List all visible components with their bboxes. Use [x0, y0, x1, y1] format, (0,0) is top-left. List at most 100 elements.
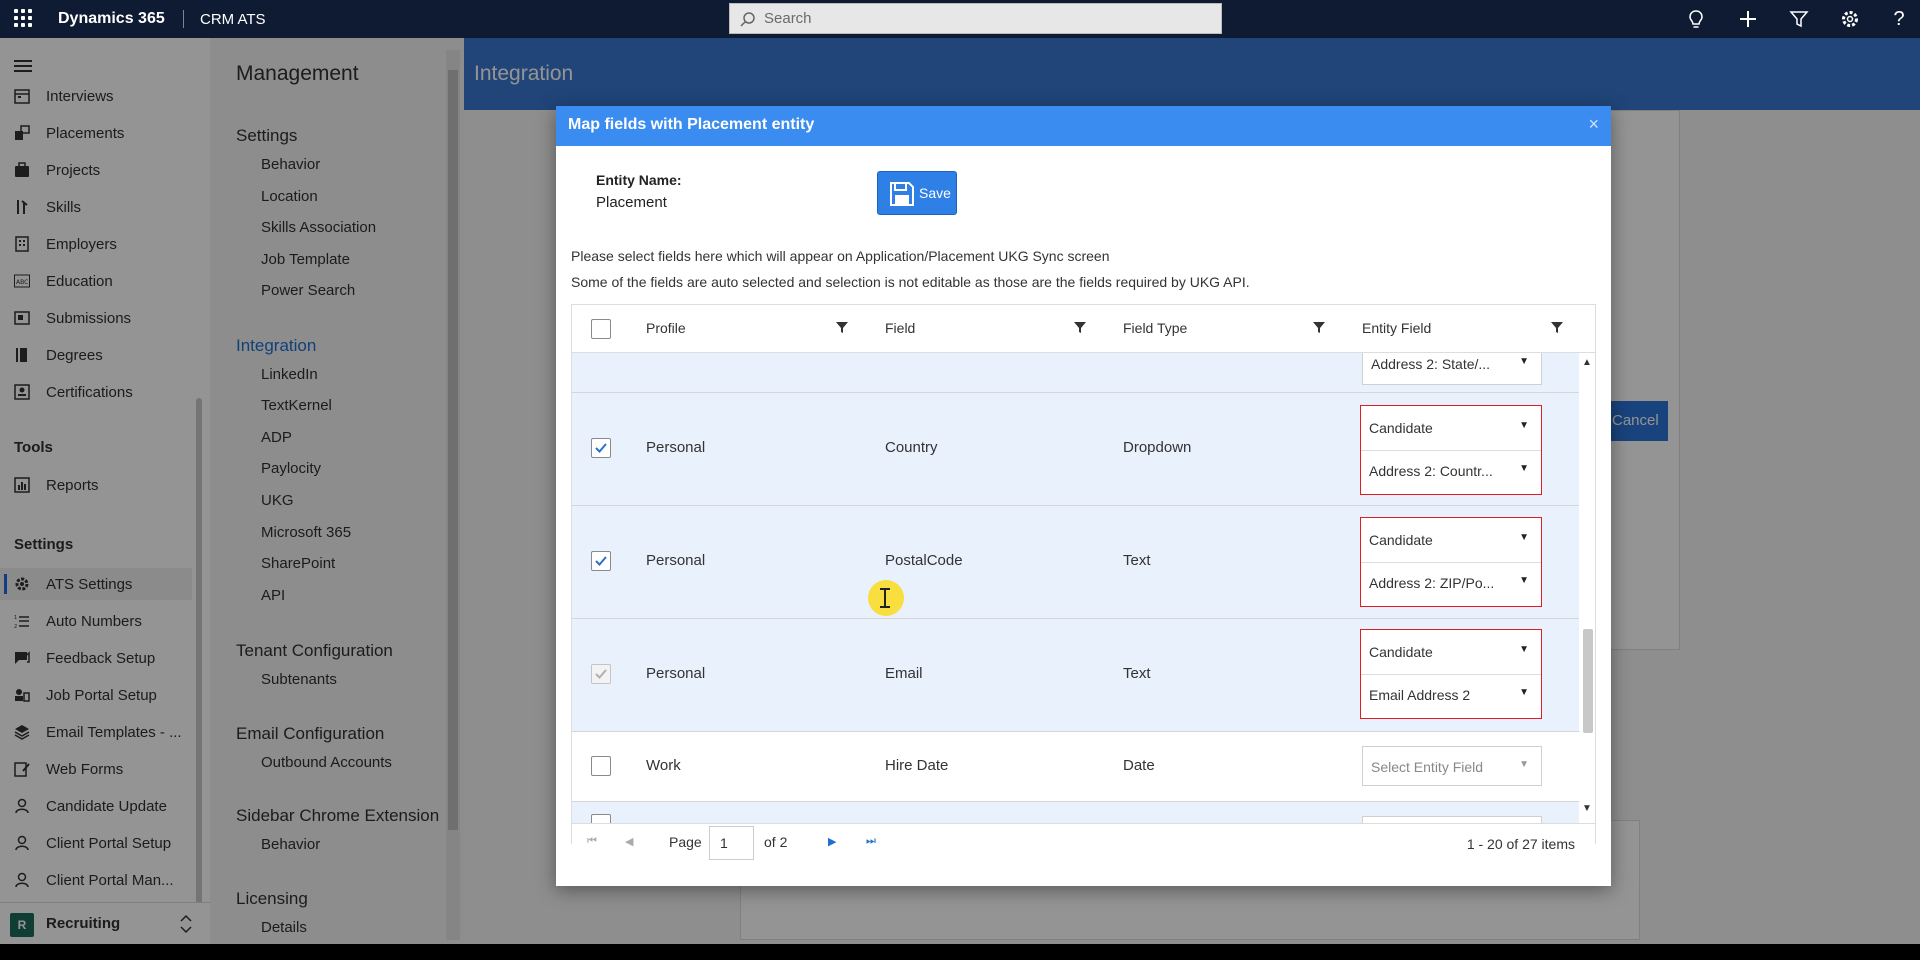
chevron-down-icon: ▼	[1519, 420, 1529, 431]
dropdown-value: Candidate	[1369, 644, 1433, 660]
chevron-down-icon: ▼	[1519, 644, 1529, 655]
entity-field-dropdown[interactable]: Email Address 2 ▼	[1361, 674, 1541, 714]
column-header-profile[interactable]: Profile	[646, 320, 686, 336]
app-launcher-icon[interactable]	[14, 9, 34, 29]
info-text-line1: Please select fields here which will app…	[571, 248, 1110, 264]
app-window: Interviews Placements Projects Skills Em…	[0, 0, 1920, 960]
cell-field-type: Text	[1123, 552, 1151, 569]
entity-field-selector: Candidate ▼ Address 2: ZIP/Po... ▼	[1360, 517, 1542, 607]
bottom-strip	[0, 944, 1920, 960]
entity-field-dropdown[interactable]: Address 2: State/... ▼	[1362, 353, 1542, 385]
lightbulb-icon[interactable]	[1685, 8, 1707, 30]
chevron-down-icon: ▼	[1519, 463, 1529, 474]
app-name[interactable]: CRM ATS	[200, 11, 266, 28]
cell-field: Email	[885, 665, 923, 682]
table-row[interactable]: Work Hire Date Date Select Entity Field ▼	[572, 732, 1579, 802]
checkmark-icon	[595, 669, 607, 679]
table-row[interactable]: Address 2: State/... ▼	[572, 353, 1579, 393]
dialog-title: Map fields with Placement entity	[568, 116, 815, 133]
grid-scrollbar[interactable]: ▲ ▼	[1579, 353, 1595, 823]
row-checkbox-disabled	[591, 664, 611, 684]
cell-profile: Personal	[646, 439, 706, 456]
save-icon	[890, 182, 914, 206]
cell-field: Hire Date	[885, 757, 949, 774]
checkmark-icon	[595, 443, 607, 453]
chevron-down-icon: ▼	[1519, 687, 1529, 698]
row-checkbox[interactable]	[591, 814, 611, 823]
table-row[interactable]: Personal Country Dropdown Candidate ▼ Add…	[572, 393, 1579, 506]
close-icon[interactable]: ×	[1588, 114, 1599, 135]
item-count: 1 - 20 of 27 items	[1466, 836, 1575, 852]
filter-icon[interactable]	[1551, 322, 1563, 334]
info-text-line2: Some of the fields are auto selected and…	[571, 274, 1250, 290]
map-fields-dialog: Map fields with Placement entity × Entit…	[556, 106, 1611, 886]
grid-body: Address 2: State/... ▼ Personal Country …	[572, 353, 1579, 823]
column-header-entity-field[interactable]: Entity Field	[1362, 320, 1431, 336]
row-checkbox[interactable]	[591, 438, 611, 458]
entity-dropdown[interactable]: Candidate ▼	[1361, 520, 1541, 560]
entity-field-dropdown[interactable]: Address 2: Countr... ▼	[1361, 450, 1541, 490]
filter-icon[interactable]	[1313, 322, 1325, 334]
save-button-label: Save	[919, 185, 951, 201]
page-total: of 2	[764, 834, 788, 850]
plus-icon[interactable]	[1737, 8, 1759, 30]
scroll-down-icon[interactable]: ▼	[1582, 803, 1592, 814]
cell-field-type: Dropdown	[1123, 439, 1192, 456]
page-number-input[interactable]: 1	[709, 826, 754, 860]
scroll-up-icon[interactable]: ▲	[1582, 357, 1592, 368]
filter-icon[interactable]	[1788, 8, 1810, 30]
grid-pager: ⏮ ◀ Page 1 of 2 ▶ ⏭ 1 - 20 of 27 items	[572, 823, 1595, 861]
search-icon	[740, 12, 755, 27]
row-checkbox[interactable]	[591, 551, 611, 571]
entity-dropdown[interactable]: Candidate ▼	[1361, 408, 1541, 448]
entity-field-selector: Candidate ▼ Address 2: Countr... ▼	[1360, 405, 1542, 495]
cell-field-type: Date	[1123, 757, 1155, 774]
entity-field-selector: Candidate ▼ Email Address 2 ▼	[1360, 629, 1542, 719]
field-mapping-grid: Profile Field Field Type Entity Field Ad…	[571, 304, 1596, 861]
chevron-down-icon: ▼	[1519, 356, 1529, 367]
search-placeholder: Search	[764, 10, 812, 27]
dropdown-value: Address 2: Countr...	[1369, 463, 1493, 479]
cell-field-type: Text	[1123, 665, 1151, 682]
column-header-field-type[interactable]: Field Type	[1123, 320, 1187, 336]
table-row[interactable]: Personal Email Text Candidate ▼ Email Add…	[572, 619, 1579, 732]
column-header-field[interactable]: Field	[885, 320, 915, 336]
first-page-icon[interactable]: ⏮	[587, 835, 597, 848]
table-row[interactable]: Personal PostalCode Text Candidate ▼ Addr…	[572, 506, 1579, 619]
chevron-down-icon: ▼	[1519, 532, 1529, 543]
dropdown-placeholder: Select Entity Field	[1371, 759, 1484, 775]
next-page-icon[interactable]: ▶	[828, 835, 836, 848]
table-row[interactable]	[572, 802, 1579, 823]
previous-page-icon[interactable]: ◀	[625, 835, 633, 848]
filter-icon[interactable]	[1074, 322, 1086, 334]
cell-profile: Personal	[646, 552, 706, 569]
chevron-down-icon: ▼	[1519, 575, 1529, 586]
text-cursor-icon	[880, 588, 890, 608]
entity-dropdown[interactable]: Candidate ▼	[1361, 632, 1541, 672]
entity-field-dropdown[interactable]: Address 2: ZIP/Po... ▼	[1361, 562, 1541, 602]
chevron-down-icon: ▼	[1519, 759, 1529, 770]
row-checkbox[interactable]	[591, 756, 611, 776]
select-all-checkbox[interactable]	[591, 319, 611, 339]
page-label: Page	[669, 834, 702, 850]
product-name[interactable]: Dynamics 365	[58, 10, 165, 28]
save-button[interactable]: Save	[877, 171, 957, 215]
dialog-header: Map fields with Placement entity ×	[556, 106, 1611, 146]
dropdown-value: Candidate	[1369, 420, 1433, 436]
settings-gear-icon[interactable]	[1839, 8, 1861, 30]
filter-icon[interactable]	[836, 322, 848, 334]
title-divider	[183, 10, 184, 28]
mouse-cursor-highlight	[868, 580, 904, 616]
last-page-icon[interactable]: ⏭	[866, 835, 876, 848]
entity-field-dropdown[interactable]: Select Entity Field ▼	[1362, 746, 1542, 786]
dropdown-value: Address 2: ZIP/Po...	[1369, 575, 1495, 591]
dropdown-value: Candidate	[1369, 532, 1433, 548]
scrollbar-thumb[interactable]	[1583, 629, 1593, 733]
global-search-input[interactable]: Search	[729, 3, 1222, 34]
cell-field: Country	[885, 439, 938, 456]
entity-field-dropdown[interactable]	[1362, 816, 1542, 823]
help-icon[interactable]: ?	[1888, 8, 1910, 30]
grid-header: Profile Field Field Type Entity Field	[572, 305, 1595, 353]
entity-name-label: Entity Name:	[596, 172, 682, 188]
dropdown-value: Address 2: State/...	[1371, 356, 1491, 372]
